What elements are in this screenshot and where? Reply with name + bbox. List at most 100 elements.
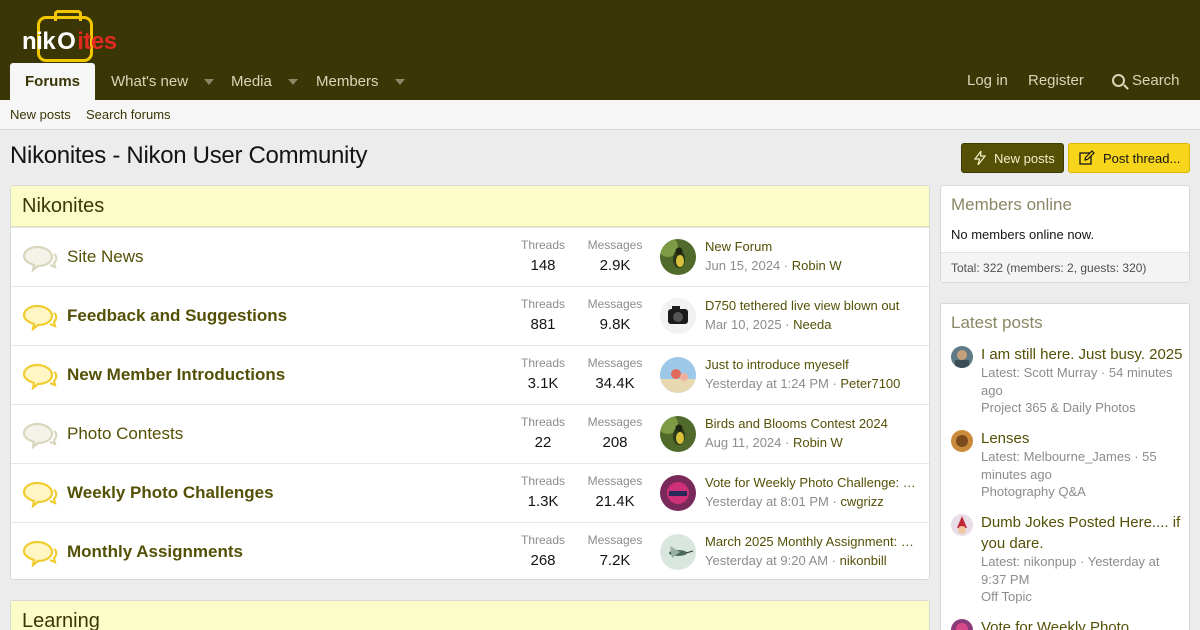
tab-members[interactable]: Members bbox=[316, 63, 405, 100]
last-post-user[interactable]: nikonbill bbox=[840, 553, 887, 568]
page-title: Nikonites - Nikon User Community bbox=[10, 142, 368, 169]
forum-row-monthly-assignments: Monthly Assignments Threads 268 Messages 7.2… bbox=[11, 522, 929, 581]
widget-title[interactable]: Members online bbox=[941, 186, 1189, 224]
category-block-learning: Learning bbox=[10, 600, 930, 630]
last-post-meta: Yesterday at 8:01 PM · cwgrizz bbox=[705, 494, 884, 509]
login-link[interactable]: Log in bbox=[967, 63, 1008, 97]
forum-title[interactable]: Site News bbox=[67, 247, 144, 267]
last-post-title[interactable]: March 2025 Monthly Assignment: St... bbox=[705, 534, 919, 549]
avatar[interactable] bbox=[951, 430, 973, 452]
register-link[interactable]: Register bbox=[1028, 63, 1084, 97]
forum-title[interactable]: Monthly Assignments bbox=[67, 542, 243, 562]
threads-count: 268 bbox=[530, 552, 556, 569]
forum-row-new-member-introductions: New Member Introductions Threads 3.1K Messa… bbox=[11, 345, 929, 404]
messages-count: 208 bbox=[602, 434, 628, 451]
threads-label: Threads bbox=[520, 356, 566, 370]
latest-post-title[interactable]: I am still here. Just busy. 2025 bbox=[981, 344, 1187, 365]
latest-post-forum[interactable]: Photography Q&A bbox=[981, 484, 1086, 499]
messages-label: Messages bbox=[587, 415, 643, 429]
forum-title[interactable]: New Member Introductions bbox=[67, 365, 285, 385]
tab-media[interactable]: Media bbox=[231, 63, 298, 100]
messages-label: Messages bbox=[587, 533, 643, 547]
last-post-date[interactable]: Aug 11, 2024 bbox=[705, 435, 781, 450]
tab-whats-new[interactable]: What's new bbox=[111, 63, 215, 100]
forum-bubble-icon[interactable] bbox=[21, 539, 59, 568]
last-post-title[interactable]: Just to introduce myeself bbox=[705, 357, 919, 372]
last-post-title[interactable]: Birds and Blooms Contest 2024 bbox=[705, 416, 919, 431]
latest-post-title[interactable]: Lenses bbox=[981, 428, 1187, 449]
last-post-date[interactable]: Yesterday at 8:01 PM bbox=[705, 494, 829, 509]
last-post-user[interactable]: Robin W bbox=[793, 435, 843, 450]
messages-label: Messages bbox=[587, 474, 643, 488]
search-icon bbox=[1112, 73, 1125, 87]
forum-bubble-icon[interactable] bbox=[21, 480, 59, 509]
last-post-user[interactable]: cwgrizz bbox=[840, 494, 883, 509]
site-header: nikOnites Forums What's new Media Member… bbox=[0, 0, 1200, 100]
last-post-date[interactable]: Yesterday at 9:20 AM bbox=[705, 553, 828, 568]
forum-row-weekly-photo-challenges: Weekly Photo Challenges Threads 1.3K Messag… bbox=[11, 463, 929, 522]
category-header[interactable]: Nikonites bbox=[11, 186, 929, 227]
avatar[interactable] bbox=[951, 619, 973, 630]
avatar[interactable] bbox=[660, 357, 696, 393]
threads-label: Threads bbox=[520, 297, 566, 311]
new-posts-button[interactable]: New posts bbox=[961, 143, 1064, 173]
forum-title[interactable]: Weekly Photo Challenges bbox=[67, 483, 274, 503]
forum-bubble-icon[interactable] bbox=[21, 244, 59, 273]
last-post-title[interactable]: D750 tethered live view blown out bbox=[705, 298, 919, 313]
forum-title[interactable]: Feedback and Suggestions bbox=[67, 306, 287, 326]
latest-post-title[interactable]: Vote for Weekly Photo bbox=[981, 617, 1187, 630]
threads-label: Threads bbox=[520, 415, 566, 429]
category-header[interactable]: Learning bbox=[11, 601, 929, 630]
new-posts-link[interactable]: New posts bbox=[10, 107, 71, 122]
forum-title[interactable]: Photo Contests bbox=[67, 424, 183, 444]
threads-count: 1.3K bbox=[527, 493, 559, 510]
search-forums-link[interactable]: Search forums bbox=[86, 107, 171, 122]
widget-title[interactable]: Latest posts bbox=[941, 304, 1189, 342]
last-post-title[interactable]: Vote for Weekly Photo Challenge: M... bbox=[705, 475, 919, 490]
search-link[interactable]: Search bbox=[1112, 63, 1180, 97]
last-post-meta: Jun 15, 2024 · Robin W bbox=[705, 258, 842, 273]
bolt-icon bbox=[974, 151, 986, 165]
messages-label: Messages bbox=[587, 297, 643, 311]
avatar[interactable] bbox=[660, 475, 696, 511]
threads-count: 3.1K bbox=[527, 375, 559, 392]
last-post-date[interactable]: Mar 10, 2025 bbox=[705, 317, 782, 332]
forum-bubble-icon[interactable] bbox=[21, 421, 59, 450]
chevron-down-icon[interactable] bbox=[204, 78, 215, 85]
site-logo[interactable]: nikOnites bbox=[10, 8, 130, 62]
messages-label: Messages bbox=[587, 238, 643, 252]
avatar[interactable] bbox=[660, 298, 696, 334]
latest-post-title[interactable]: Dumb Jokes Posted Here.... if you dare. bbox=[981, 512, 1187, 554]
avatar[interactable] bbox=[660, 239, 696, 275]
chevron-down-icon[interactable] bbox=[287, 78, 298, 85]
last-post-user[interactable]: Robin W bbox=[792, 258, 842, 273]
threads-count: 881 bbox=[530, 316, 556, 333]
latest-post-forum[interactable]: Off Topic bbox=[981, 589, 1032, 604]
forum-bubble-icon[interactable] bbox=[21, 303, 59, 332]
latest-post-forum[interactable]: Project 365 & Daily Photos bbox=[981, 400, 1136, 415]
messages-count: 34.4K bbox=[595, 375, 635, 392]
messages-count: 21.4K bbox=[595, 493, 635, 510]
members-online-widget: Members online No members online now. To… bbox=[940, 185, 1190, 283]
forum-row-photo-contests: Photo Contests Threads 22 Messages 208 Birds … bbox=[11, 404, 929, 463]
messages-count: 7.2K bbox=[599, 552, 631, 569]
last-post-user[interactable]: Peter7100 bbox=[840, 376, 900, 391]
forum-bubble-icon[interactable] bbox=[21, 362, 59, 391]
last-post-user[interactable]: Needa bbox=[793, 317, 831, 332]
threads-count: 148 bbox=[530, 257, 556, 274]
last-post-date[interactable]: Jun 15, 2024 bbox=[705, 258, 780, 273]
avatar[interactable] bbox=[951, 346, 973, 368]
last-post-meta: Yesterday at 1:24 PM · Peter7100 bbox=[705, 376, 901, 391]
threads-label: Threads bbox=[520, 474, 566, 488]
chevron-down-icon[interactable] bbox=[394, 78, 405, 85]
avatar[interactable] bbox=[660, 534, 696, 570]
avatar[interactable] bbox=[660, 416, 696, 452]
tab-forums[interactable]: Forums bbox=[10, 63, 96, 100]
latest-posts-widget: Latest posts I am still here. Just busy.… bbox=[940, 303, 1190, 630]
last-post-date[interactable]: Yesterday at 1:24 PM bbox=[705, 376, 829, 391]
avatar[interactable] bbox=[951, 514, 973, 536]
post-thread-button[interactable]: Post thread... bbox=[1068, 143, 1190, 173]
last-post-title[interactable]: New Forum bbox=[705, 239, 919, 254]
logo-wordmark: nikOnites bbox=[22, 28, 117, 55]
last-post-meta: Aug 11, 2024 · Robin W bbox=[705, 435, 843, 450]
